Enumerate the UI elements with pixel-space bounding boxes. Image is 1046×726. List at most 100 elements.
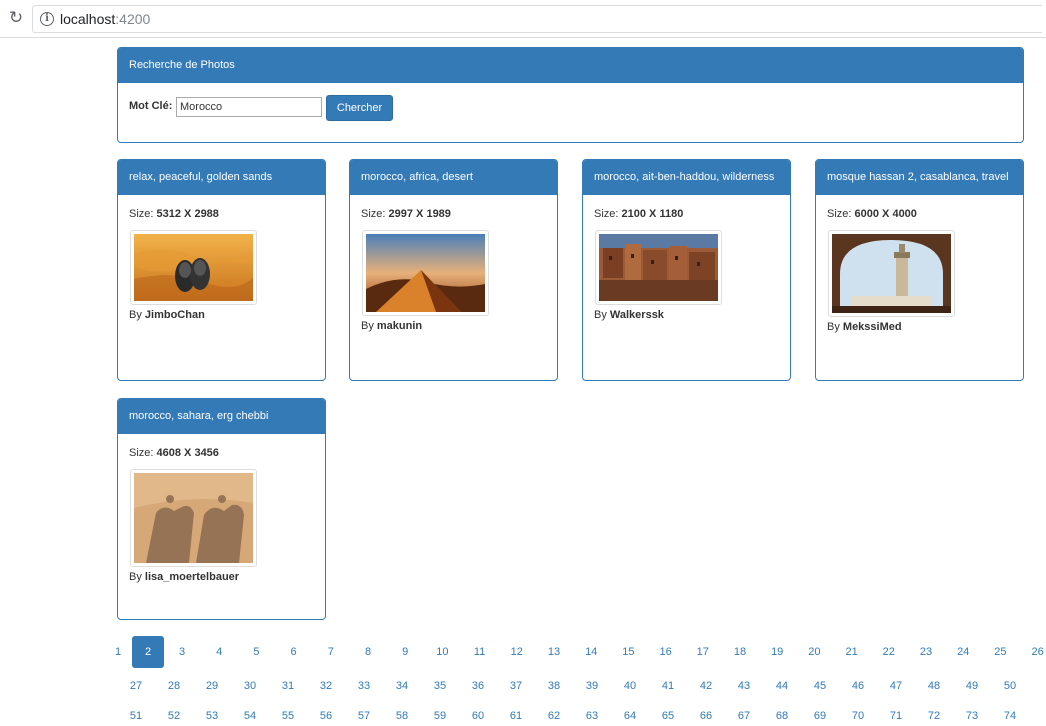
photo-card: morocco, ait-ben-haddou, wilderness Size… <box>582 159 791 381</box>
page-link-28[interactable]: 28 <box>161 676 187 696</box>
page-link-20[interactable]: 20 <box>801 642 827 662</box>
page-link-26[interactable]: 26 <box>1025 642 1046 662</box>
photo-thumbnail[interactable] <box>362 230 489 316</box>
page-link-40[interactable]: 40 <box>617 676 643 696</box>
page-link-66[interactable]: 66 <box>693 706 719 726</box>
page-link-5[interactable]: 5 <box>243 642 269 662</box>
page-link-44[interactable]: 44 <box>769 676 795 696</box>
page-link-3[interactable]: 3 <box>169 642 195 662</box>
address-bar[interactable]: i localhost:4200 <box>32 5 1042 33</box>
page-link-23[interactable]: 23 <box>913 642 939 662</box>
page-link-57[interactable]: 57 <box>351 706 377 726</box>
page-link-4[interactable]: 4 <box>206 642 232 662</box>
page-link-14[interactable]: 14 <box>578 642 604 662</box>
page-link-62[interactable]: 62 <box>541 706 567 726</box>
keyword-input[interactable] <box>176 97 322 117</box>
page-link-35[interactable]: 35 <box>427 676 453 696</box>
page-link-22[interactable]: 22 <box>876 642 902 662</box>
page-link-13[interactable]: 13 <box>541 642 567 662</box>
info-icon[interactable]: i <box>40 12 54 26</box>
page-link-70[interactable]: 70 <box>845 706 871 726</box>
search-panel: Recherche de Photos Mot Clé: Chercher <box>117 47 1024 143</box>
browser-toolbar: ↻ i localhost:4200 <box>0 0 1046 38</box>
page-link-31[interactable]: 31 <box>275 676 301 696</box>
photo-author: By makunin <box>361 320 423 332</box>
page-link-67[interactable]: 67 <box>731 706 757 726</box>
page-link-54[interactable]: 54 <box>237 706 263 726</box>
photo-image <box>832 234 951 313</box>
page-link-49[interactable]: 49 <box>959 676 985 696</box>
photo-image <box>134 234 253 301</box>
page-link-68[interactable]: 68 <box>769 706 795 726</box>
page-link-51[interactable]: 51 <box>123 706 149 726</box>
page-link-50[interactable]: 50 <box>997 676 1023 696</box>
page-link-73[interactable]: 73 <box>959 706 985 726</box>
photo-thumbnail[interactable] <box>828 230 955 317</box>
page-link-25[interactable]: 25 <box>987 642 1013 662</box>
photo-thumbnail[interactable] <box>130 230 257 305</box>
photo-thumbnail[interactable] <box>595 230 722 305</box>
page-link-42[interactable]: 42 <box>693 676 719 696</box>
page-link-43[interactable]: 43 <box>731 676 757 696</box>
page-link-65[interactable]: 65 <box>655 706 681 726</box>
page-link-56[interactable]: 56 <box>313 706 339 726</box>
page-link-37[interactable]: 37 <box>503 676 529 696</box>
page-link-72[interactable]: 72 <box>921 706 947 726</box>
page-link-2[interactable]: 2 <box>132 636 164 668</box>
page-link-69[interactable]: 69 <box>807 706 833 726</box>
page-link-7[interactable]: 7 <box>318 642 344 662</box>
photo-card: mosque hassan 2, casablanca, travel Size… <box>815 159 1024 381</box>
keyword-label: Mot Clé: <box>129 100 173 112</box>
page-link-19[interactable]: 19 <box>764 642 790 662</box>
photo-card: morocco, africa, desert Size: 2997 X 198… <box>349 159 558 381</box>
photo-card: morocco, sahara, erg chebbi Size: 4608 X… <box>117 398 326 620</box>
page-link-33[interactable]: 33 <box>351 676 377 696</box>
reload-icon[interactable]: ↻ <box>6 8 26 28</box>
page-link-27[interactable]: 27 <box>123 676 149 696</box>
page-link-6[interactable]: 6 <box>281 642 307 662</box>
page-link-39[interactable]: 39 <box>579 676 605 696</box>
page-link-45[interactable]: 45 <box>807 676 833 696</box>
page-link-74[interactable]: 74 <box>997 706 1023 726</box>
page-link-46[interactable]: 46 <box>845 676 871 696</box>
page-link-12[interactable]: 12 <box>504 642 530 662</box>
photo-tags: morocco, sahara, erg chebbi <box>118 399 325 434</box>
page-link-32[interactable]: 32 <box>313 676 339 696</box>
page-link-38[interactable]: 38 <box>541 676 567 696</box>
photo-author: By lisa_moertelbauer <box>129 571 240 583</box>
page-link-16[interactable]: 16 <box>653 642 679 662</box>
page-link-55[interactable]: 55 <box>275 706 301 726</box>
page-link-36[interactable]: 36 <box>465 676 491 696</box>
page-link-47[interactable]: 47 <box>883 676 909 696</box>
page-link-34[interactable]: 34 <box>389 676 415 696</box>
page-link-60[interactable]: 60 <box>465 706 491 726</box>
page-link-30[interactable]: 30 <box>237 676 263 696</box>
page-link-1[interactable]: 1 <box>105 642 131 662</box>
photo-image <box>134 473 253 563</box>
photo-image <box>366 234 485 312</box>
page-link-10[interactable]: 10 <box>429 642 455 662</box>
page-link-24[interactable]: 24 <box>950 642 976 662</box>
page-link-52[interactable]: 52 <box>161 706 187 726</box>
page-link-59[interactable]: 59 <box>427 706 453 726</box>
page-link-18[interactable]: 18 <box>727 642 753 662</box>
page-link-15[interactable]: 15 <box>615 642 641 662</box>
page-link-53[interactable]: 53 <box>199 706 225 726</box>
page-link-9[interactable]: 9 <box>392 642 418 662</box>
page-link-61[interactable]: 61 <box>503 706 529 726</box>
page-link-41[interactable]: 41 <box>655 676 681 696</box>
page-link-64[interactable]: 64 <box>617 706 643 726</box>
page-link-29[interactable]: 29 <box>199 676 225 696</box>
search-button[interactable]: Chercher <box>326 95 393 121</box>
photo-tags: mosque hassan 2, casablanca, travel <box>816 160 1023 195</box>
page-link-71[interactable]: 71 <box>883 706 909 726</box>
photo-thumbnail[interactable] <box>130 469 257 567</box>
page-link-48[interactable]: 48 <box>921 676 947 696</box>
page-link-63[interactable]: 63 <box>579 706 605 726</box>
page-link-17[interactable]: 17 <box>690 642 716 662</box>
page-link-58[interactable]: 58 <box>389 706 415 726</box>
page-link-8[interactable]: 8 <box>355 642 381 662</box>
page-link-11[interactable]: 11 <box>467 642 493 662</box>
photo-author: By Walkerssk <box>594 309 664 321</box>
page-link-21[interactable]: 21 <box>839 642 865 662</box>
